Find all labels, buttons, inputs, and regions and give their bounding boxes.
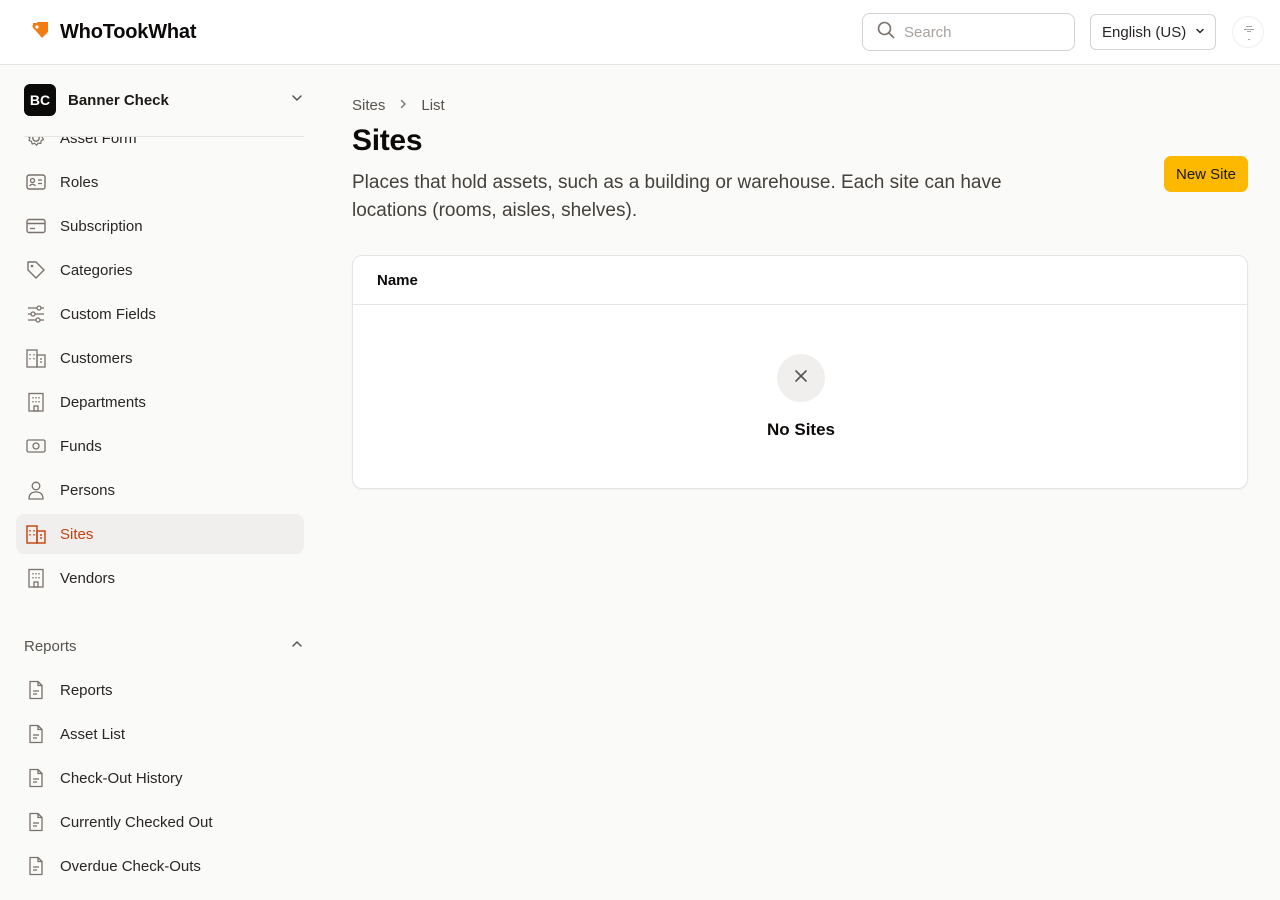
sidebar-item-label: Asset List [60, 725, 126, 743]
breadcrumb: Sites List [352, 97, 445, 114]
org-name: Banner Check [68, 91, 169, 109]
top-bar: WhoTookWhat English (US) [0, 0, 1280, 65]
app-logo[interactable]: WhoTookWhat [30, 20, 196, 45]
sidebar-item-asset-form[interactable]: Asset Form [16, 137, 304, 158]
chevron-down-icon [1194, 24, 1206, 41]
sidebar-item-label: Customers [60, 349, 133, 367]
sidebar-item-subscription[interactable]: Subscription [16, 206, 304, 246]
sidebar-item-reports[interactable]: Reports [16, 670, 304, 710]
table-header: Name [353, 256, 1247, 305]
sidebar-item-label: Asset Form [60, 137, 137, 147]
sidebar-item-currently-checked-out[interactable]: Currently Checked Out [16, 802, 304, 842]
sidebar-item-overdue-check-outs[interactable]: Overdue Check-Outs [16, 846, 304, 886]
sidebar-item-label: Vendors [60, 569, 116, 587]
sidebar-item-departments[interactable]: Departments [16, 382, 304, 422]
search-box[interactable] [862, 13, 1075, 51]
document-icon [24, 766, 48, 790]
close-icon [792, 367, 810, 390]
sidebar-item-custom-fields[interactable]: Custom Fields [16, 294, 304, 334]
tag-logo-icon [30, 20, 50, 45]
sidebar-item-vendors[interactable]: Vendors [16, 558, 304, 598]
id-card-icon [24, 170, 48, 194]
chevron-up-icon [290, 637, 304, 655]
language-select[interactable]: English (US) [1090, 14, 1216, 50]
banknote-icon [24, 434, 48, 458]
breadcrumb-current: List [421, 97, 445, 114]
reports-section-toggle[interactable]: Reports [24, 634, 304, 658]
sidebar-nav: Asset Form Roles Subscription Categories… [0, 137, 320, 900]
section-label: Reports [24, 637, 77, 655]
page-description: Places that hold assets, such as a build… [352, 172, 1002, 221]
document-icon [24, 678, 48, 702]
language-label: English (US) [1102, 23, 1187, 41]
new-site-button[interactable]: New Site [1164, 156, 1248, 192]
document-icon [24, 722, 48, 746]
credit-card-icon [24, 214, 48, 238]
user-avatar[interactable] [1232, 16, 1264, 48]
empty-state-text: No Sites [766, 420, 836, 439]
sites-table: Name No Sites [352, 255, 1248, 489]
building-icon [24, 390, 48, 414]
document-icon [24, 810, 48, 834]
sidebar-item-sites[interactable]: Sites [16, 514, 304, 554]
tag-icon [24, 258, 48, 282]
sidebar-item-roles[interactable]: Roles [16, 162, 304, 202]
document-icon [24, 854, 48, 878]
sidebar-item-label: Persons [60, 481, 116, 499]
person-icon [24, 478, 48, 502]
sidebar-item-label: Funds [60, 437, 102, 455]
search-input[interactable] [904, 23, 1054, 41]
sidebar-item-persons[interactable]: Persons [16, 470, 304, 510]
sidebar-item-label: Reports [60, 681, 113, 699]
chevron-down-icon [290, 91, 304, 110]
sidebar-item-label: Check-Out History [60, 769, 183, 787]
sidebar-item-customers[interactable]: Customers [16, 338, 304, 378]
buildings-icon [24, 522, 48, 546]
sliders-icon [24, 302, 48, 326]
sidebar-item-label: Categories [60, 261, 133, 279]
sidebar-item-label: Currently Checked Out [60, 813, 213, 831]
sidebar: BC Banner Check Asset Form Roles Subscri… [0, 65, 320, 900]
sidebar-item-label: Sites [60, 525, 94, 543]
app-name: WhoTookWhat [60, 21, 197, 43]
column-header-name[interactable]: Name [377, 272, 418, 289]
gear-icon [24, 137, 48, 150]
sidebar-item-label: Custom Fields [60, 305, 156, 323]
chevron-right-icon [397, 97, 409, 114]
sidebar-item-asset-list[interactable]: Asset List [16, 714, 304, 754]
empty-state-icon [777, 354, 825, 402]
sidebar-item-check-out-history[interactable]: Check-Out History [16, 758, 304, 798]
org-switcher[interactable]: BC Banner Check [24, 84, 304, 116]
sidebar-item-label: Roles [60, 173, 99, 191]
sidebar-item-categories[interactable]: Categories [16, 250, 304, 290]
sidebar-item-label: Subscription [60, 217, 143, 235]
sidebar-item-funds[interactable]: Funds [16, 426, 304, 466]
org-avatar: BC [24, 84, 56, 116]
building-icon [24, 566, 48, 590]
buildings-icon [24, 346, 48, 370]
sidebar-item-label: Departments [60, 393, 146, 411]
search-icon [877, 21, 895, 44]
breadcrumb-link-sites[interactable]: Sites [352, 97, 385, 114]
page-title: Sites [352, 124, 423, 157]
sidebar-item-label: Overdue Check-Outs [60, 857, 201, 875]
